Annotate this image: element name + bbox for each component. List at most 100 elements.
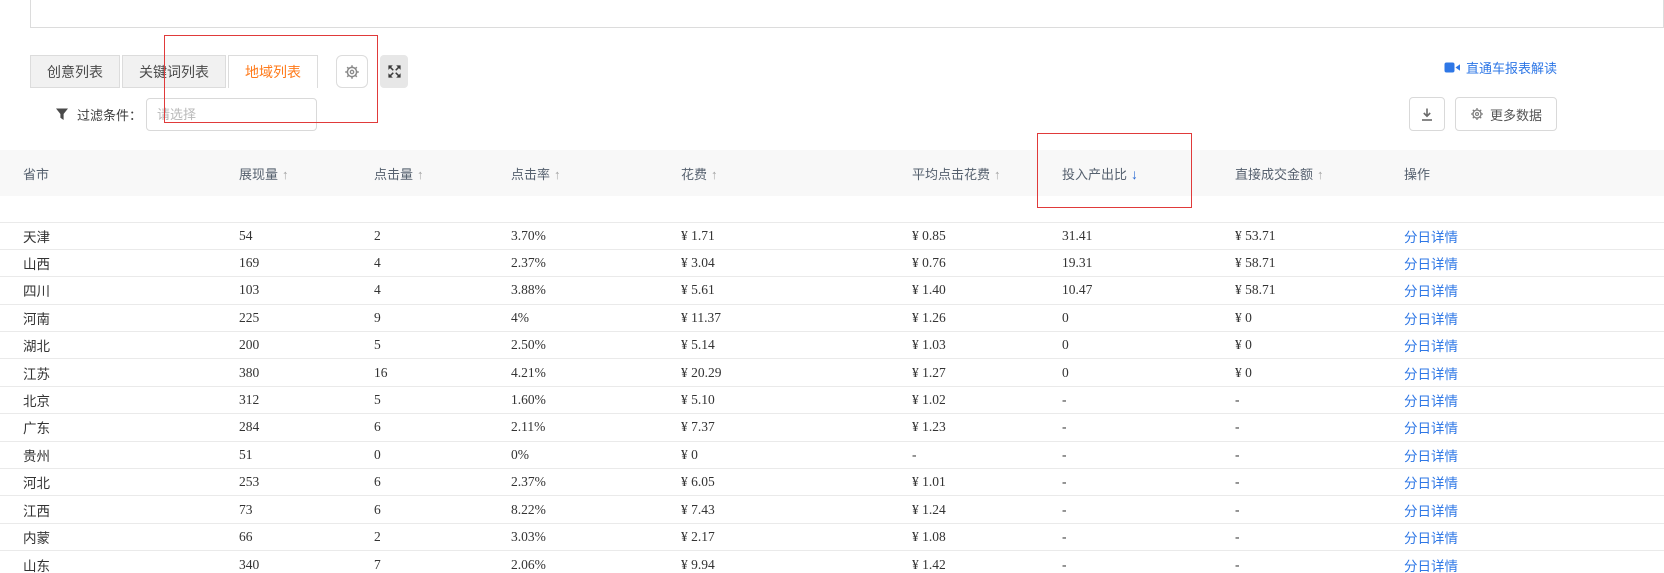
province-cell: 江苏 (0, 359, 216, 386)
table-row: 湖北20052.50%¥ 5.14¥ 1.030¥ 0分日详情 (0, 332, 1664, 359)
value-cell: 2 (351, 523, 488, 550)
value-cell: ¥ 1.23 (889, 414, 1039, 441)
download-button[interactable] (1409, 97, 1445, 131)
value-cell: 4.21% (488, 359, 658, 386)
value-cell: - (1212, 441, 1381, 468)
table-header-row: 省市展现量↑点击量↑点击率↑花费↑平均点击花费↑投入产出比↓直接成交金额↑操作 (0, 150, 1664, 196)
action-cell: 分日详情 (1381, 249, 1664, 276)
action-cell: 分日详情 (1381, 469, 1664, 496)
sort-asc-icon[interactable]: ↑ (417, 167, 424, 182)
upper-panel-bottom-edge (30, 0, 1664, 28)
sort-asc-icon[interactable]: ↑ (711, 167, 718, 182)
value-cell: 5 (351, 332, 488, 359)
value-cell: ¥ 1.40 (889, 277, 1039, 304)
column-header[interactable]: 花费↑ (658, 150, 889, 196)
value-cell: - (1212, 386, 1381, 413)
value-cell: 312 (216, 386, 351, 413)
value-cell: 3.70% (488, 222, 658, 249)
value-cell: - (1212, 523, 1381, 550)
value-cell: 0 (1039, 332, 1212, 359)
value-cell: 4 (351, 249, 488, 276)
video-camera-icon (1444, 61, 1461, 74)
province-cell: 湖北 (0, 332, 216, 359)
value-cell: 2.11% (488, 414, 658, 441)
daily-detail-link[interactable]: 分日详情 (1404, 394, 1458, 409)
value-cell: - (1039, 551, 1212, 573)
province-cell: 广东 (0, 414, 216, 441)
value-cell: 66 (216, 523, 351, 550)
table-row: 天津5423.70%¥ 1.71¥ 0.8531.41¥ 53.71分日详情 (0, 222, 1664, 249)
value-cell: 16 (351, 359, 488, 386)
sort-desc-icon[interactable]: ↓ (1131, 166, 1138, 182)
value-cell: - (1212, 551, 1381, 573)
tab-creative-list[interactable]: 创意列表 (30, 55, 120, 88)
action-cell: 分日详情 (1381, 222, 1664, 249)
value-cell: 5 (351, 386, 488, 413)
report-guide-link[interactable]: 直通车报表解读 (1444, 58, 1557, 77)
sort-asc-icon[interactable]: ↑ (994, 167, 1001, 182)
column-header[interactable]: 点击量↑ (351, 150, 488, 196)
value-cell: 169 (216, 249, 351, 276)
value-cell: ¥ 11.37 (658, 304, 889, 331)
table-row: 山西16942.37%¥ 3.04¥ 0.7619.31¥ 58.71分日详情 (0, 249, 1664, 276)
value-cell: 253 (216, 469, 351, 496)
daily-detail-link[interactable]: 分日详情 (1404, 312, 1458, 327)
daily-detail-link[interactable]: 分日详情 (1404, 339, 1458, 354)
table-row: 北京31251.60%¥ 5.10¥ 1.02--分日详情 (0, 386, 1664, 413)
daily-detail-link[interactable]: 分日详情 (1404, 230, 1458, 245)
table-row: 内蒙6623.03%¥ 2.17¥ 1.08--分日详情 (0, 523, 1664, 550)
value-cell: ¥ 58.71 (1212, 249, 1381, 276)
value-cell: ¥ 58.71 (1212, 277, 1381, 304)
value-cell: ¥ 0 (1212, 359, 1381, 386)
daily-detail-link[interactable]: 分日详情 (1404, 284, 1458, 299)
daily-detail-link[interactable]: 分日详情 (1404, 559, 1458, 573)
daily-detail-link[interactable]: 分日详情 (1404, 504, 1458, 519)
daily-detail-link[interactable]: 分日详情 (1404, 257, 1458, 272)
column-header: 省市 (0, 150, 216, 196)
column-label: 省市 (23, 167, 49, 182)
column-header[interactable]: 展现量↑ (216, 150, 351, 196)
column-header[interactable]: 直接成交金额↑ (1212, 150, 1381, 196)
sort-asc-icon[interactable]: ↑ (1317, 167, 1324, 182)
column-label: 投入产出比 (1062, 167, 1127, 182)
more-data-button[interactable]: 更多数据 (1455, 97, 1557, 131)
value-cell: 6 (351, 414, 488, 441)
daily-detail-link[interactable]: 分日详情 (1404, 476, 1458, 491)
column-header[interactable]: 平均点击花费↑ (889, 150, 1039, 196)
tab-region-list[interactable]: 地域列表 (228, 55, 318, 88)
column-header[interactable]: 投入产出比 ↓ (1039, 150, 1212, 196)
value-cell: ¥ 1.02 (889, 386, 1039, 413)
value-cell: ¥ 5.61 (658, 277, 889, 304)
daily-detail-link[interactable]: 分日详情 (1404, 531, 1458, 546)
value-cell: ¥ 53.71 (1212, 222, 1381, 249)
filter-select-input[interactable] (146, 98, 317, 131)
value-cell: 340 (216, 551, 351, 573)
daily-detail-link[interactable]: 分日详情 (1404, 449, 1458, 464)
sort-asc-icon[interactable]: ↑ (282, 167, 289, 182)
province-cell: 内蒙 (0, 523, 216, 550)
sort-asc-icon[interactable]: ↑ (554, 167, 561, 182)
daily-detail-link[interactable]: 分日详情 (1404, 421, 1458, 436)
funnel-icon (55, 108, 69, 121)
action-cell: 分日详情 (1381, 359, 1664, 386)
value-cell: 7 (351, 551, 488, 573)
tab-bar: 创意列表 关键词列表 地域列表 (0, 55, 1664, 88)
value-cell: - (889, 441, 1039, 468)
value-cell: - (1039, 386, 1212, 413)
column-header[interactable]: 点击率↑ (488, 150, 658, 196)
value-cell: 2.37% (488, 249, 658, 276)
daily-detail-link[interactable]: 分日详情 (1404, 367, 1458, 382)
value-cell: ¥ 1.71 (658, 222, 889, 249)
value-cell: - (1039, 469, 1212, 496)
action-cell: 分日详情 (1381, 277, 1664, 304)
value-cell: 2.50% (488, 332, 658, 359)
gear-icon (344, 64, 360, 80)
value-cell: ¥ 1.03 (889, 332, 1039, 359)
region-data-table: 省市展现量↑点击量↑点击率↑花费↑平均点击花费↑投入产出比↓直接成交金额↑操作 … (0, 150, 1664, 573)
expand-button[interactable] (380, 55, 408, 88)
value-cell: 2.06% (488, 551, 658, 573)
tab-keyword-list[interactable]: 关键词列表 (122, 55, 226, 88)
value-cell: 284 (216, 414, 351, 441)
settings-button[interactable] (336, 55, 368, 88)
value-cell: 3.88% (488, 277, 658, 304)
